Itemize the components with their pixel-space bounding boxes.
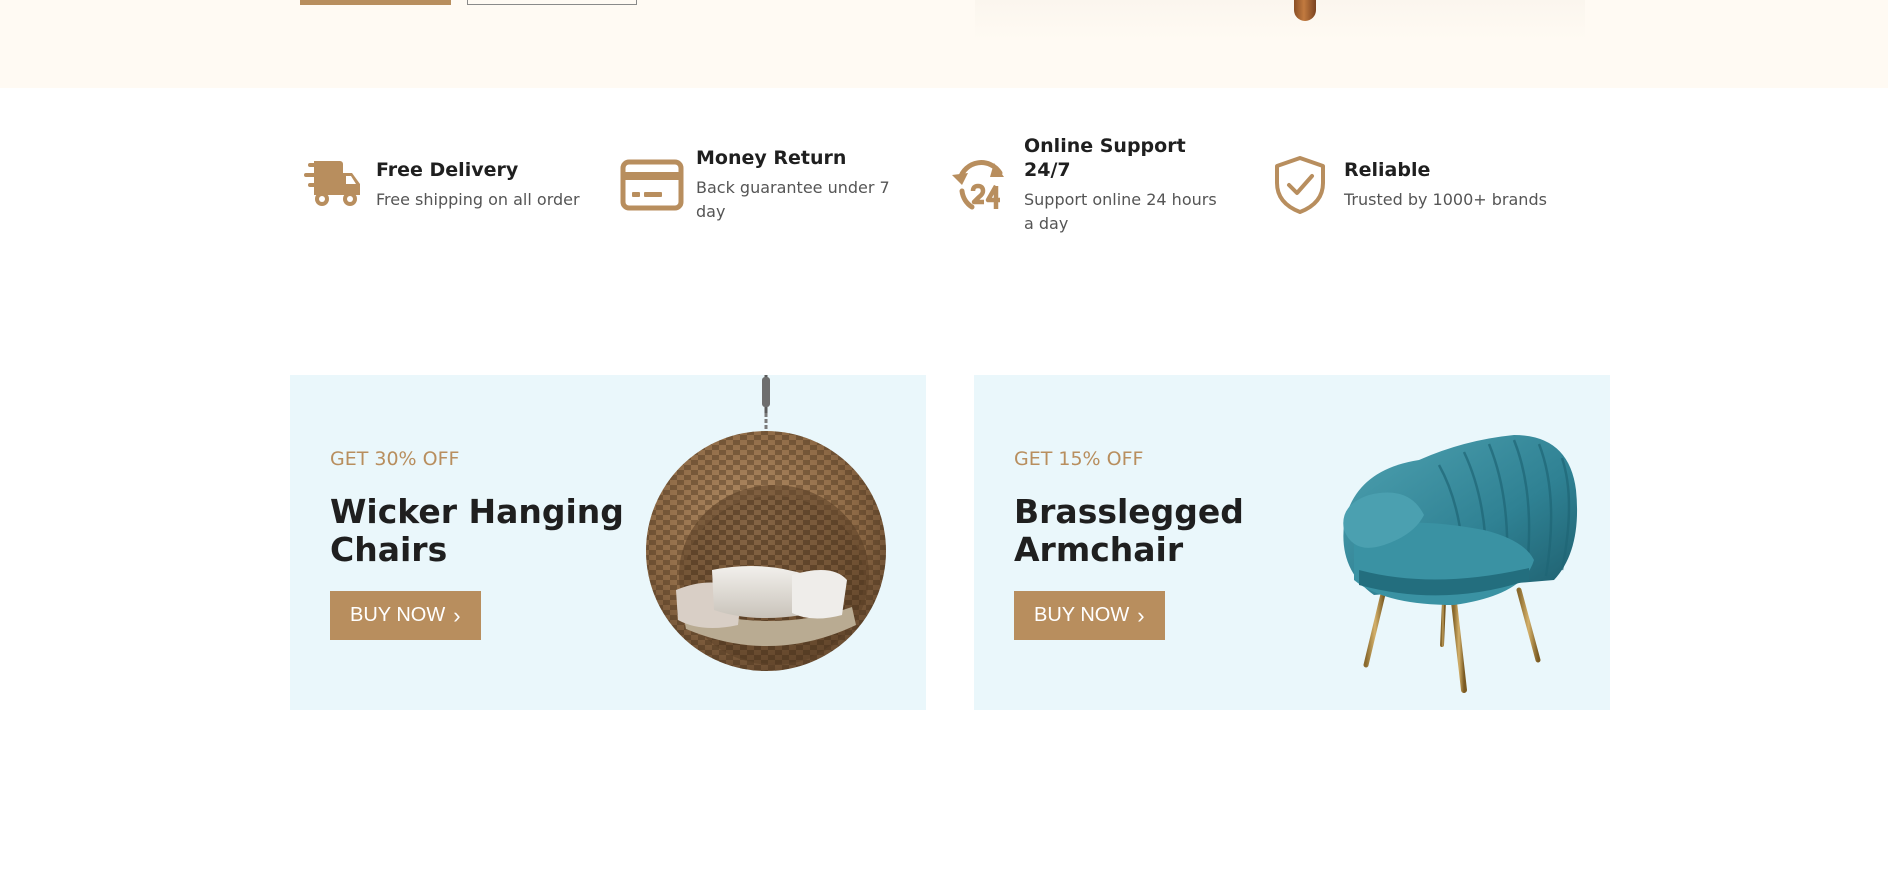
- feature-title: Free Delivery: [376, 159, 519, 181]
- feature-description: Free shipping on all order: [376, 190, 580, 209]
- buy-now-button[interactable]: BUY NOW ›: [330, 591, 481, 640]
- feature-money-return: Money Return Back guarantee under 7 day: [620, 140, 920, 230]
- promo-card-armchair: GET 15% OFF Brasslegged Armchair BUY NOW…: [974, 375, 1610, 710]
- feature-free-delivery: Free Delivery Free shipping on all order: [300, 140, 610, 230]
- hero-image: [975, 0, 1585, 40]
- hero-section: [0, 0, 1888, 88]
- support-24-icon: [948, 153, 1012, 217]
- feature-title: Reliable: [1344, 159, 1431, 181]
- feature-reliable: Reliable Trusted by 1000+ brands: [1268, 140, 1588, 230]
- brasslegged-armchair-image: [1314, 430, 1594, 700]
- hero-vase-image: [1294, 0, 1316, 21]
- promo-discount: GET 30% OFF: [330, 448, 460, 470]
- chevron-right-icon: ›: [453, 602, 461, 628]
- feature-description: Back guarantee under 7 day: [696, 178, 890, 221]
- promo-title: Wicker Hanging Chairs: [330, 492, 624, 569]
- feature-title: Money Return: [696, 147, 847, 169]
- wicker-hanging-chair-image: [642, 375, 904, 695]
- promo-card-wicker-chair: GET 30% OFF Wicker Hanging Chairs BUY NO…: [290, 375, 926, 710]
- feature-description: Trusted by 1000+ brands: [1344, 190, 1547, 209]
- features-row: Free Delivery Free shipping on all order…: [300, 135, 1600, 233]
- feature-title: Online Support 24/7: [1024, 135, 1186, 181]
- buy-now-label: BUY NOW: [350, 604, 446, 626]
- feature-online-support: Online Support 24/7 Support online 24 ho…: [948, 135, 1248, 233]
- hero-primary-button[interactable]: [300, 0, 451, 5]
- hero-outline-button[interactable]: [467, 0, 637, 5]
- credit-card-icon: [620, 153, 684, 217]
- shield-check-icon: [1268, 153, 1332, 217]
- buy-now-button[interactable]: BUY NOW ›: [1014, 591, 1165, 640]
- feature-description: Support online 24 hours a day: [1024, 190, 1217, 233]
- promo-title: Brasslegged Armchair: [1014, 492, 1244, 569]
- promo-discount: GET 15% OFF: [1014, 448, 1144, 470]
- buy-now-label: BUY NOW: [1034, 604, 1130, 626]
- delivery-truck-icon: [300, 153, 364, 217]
- chevron-right-icon: ›: [1137, 602, 1145, 628]
